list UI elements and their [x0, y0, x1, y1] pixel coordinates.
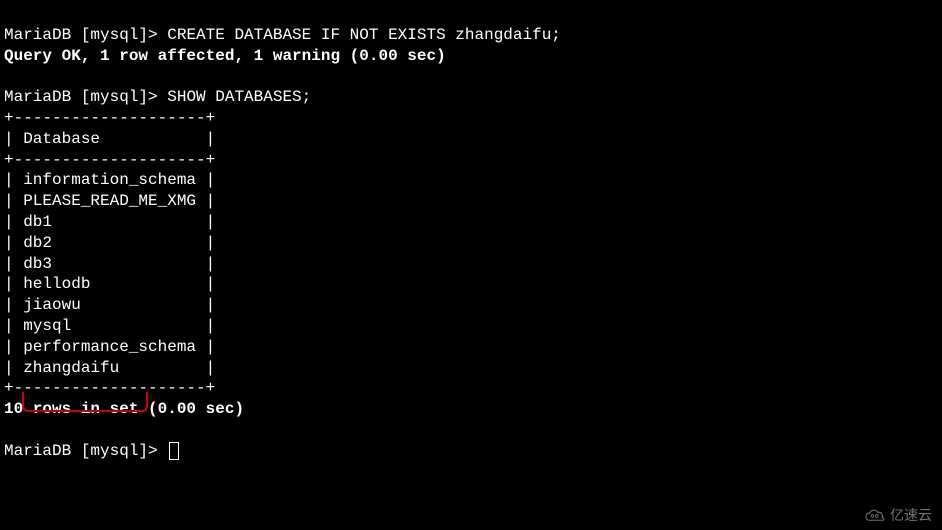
table-row: | performance_schema | [4, 338, 215, 356]
result-summary: 10 rows in set (0.00 sec) [4, 400, 244, 418]
table-row: | db2 | [4, 234, 215, 252]
table-row: | mysql | [4, 317, 215, 335]
watermark-text: 亿速云 [890, 506, 932, 524]
watermark: 亿速云 [864, 506, 932, 524]
prompt-line-3[interactable]: MariaDB [mysql]> [4, 442, 179, 460]
table-header: | Database | [4, 130, 215, 148]
prompt-line-1: MariaDB [mysql]> CREATE DATABASE IF NOT … [4, 26, 561, 44]
table-row: | db3 | [4, 255, 215, 273]
prompt-line-2: MariaDB [mysql]> SHOW DATABASES; [4, 88, 311, 106]
table-row: | PLEASE_READ_ME_XMG | [4, 192, 215, 210]
table-border-top: +--------------------+ [4, 109, 215, 127]
table-row: | zhangdaifu | [4, 359, 215, 377]
terminal-output: MariaDB [mysql]> CREATE DATABASE IF NOT … [4, 4, 938, 462]
table-row: | jiaowu | [4, 296, 215, 314]
table-border-bot: +--------------------+ [4, 379, 215, 397]
table-row: | hellodb | [4, 275, 215, 293]
table-row: | information_schema | [4, 171, 215, 189]
table-border-mid: +--------------------+ [4, 151, 215, 169]
cursor-icon [169, 442, 179, 460]
query-result-1: Query OK, 1 row affected, 1 warning (0.0… [4, 47, 446, 65]
table-row: | db1 | [4, 213, 215, 231]
cloud-icon [864, 508, 886, 522]
